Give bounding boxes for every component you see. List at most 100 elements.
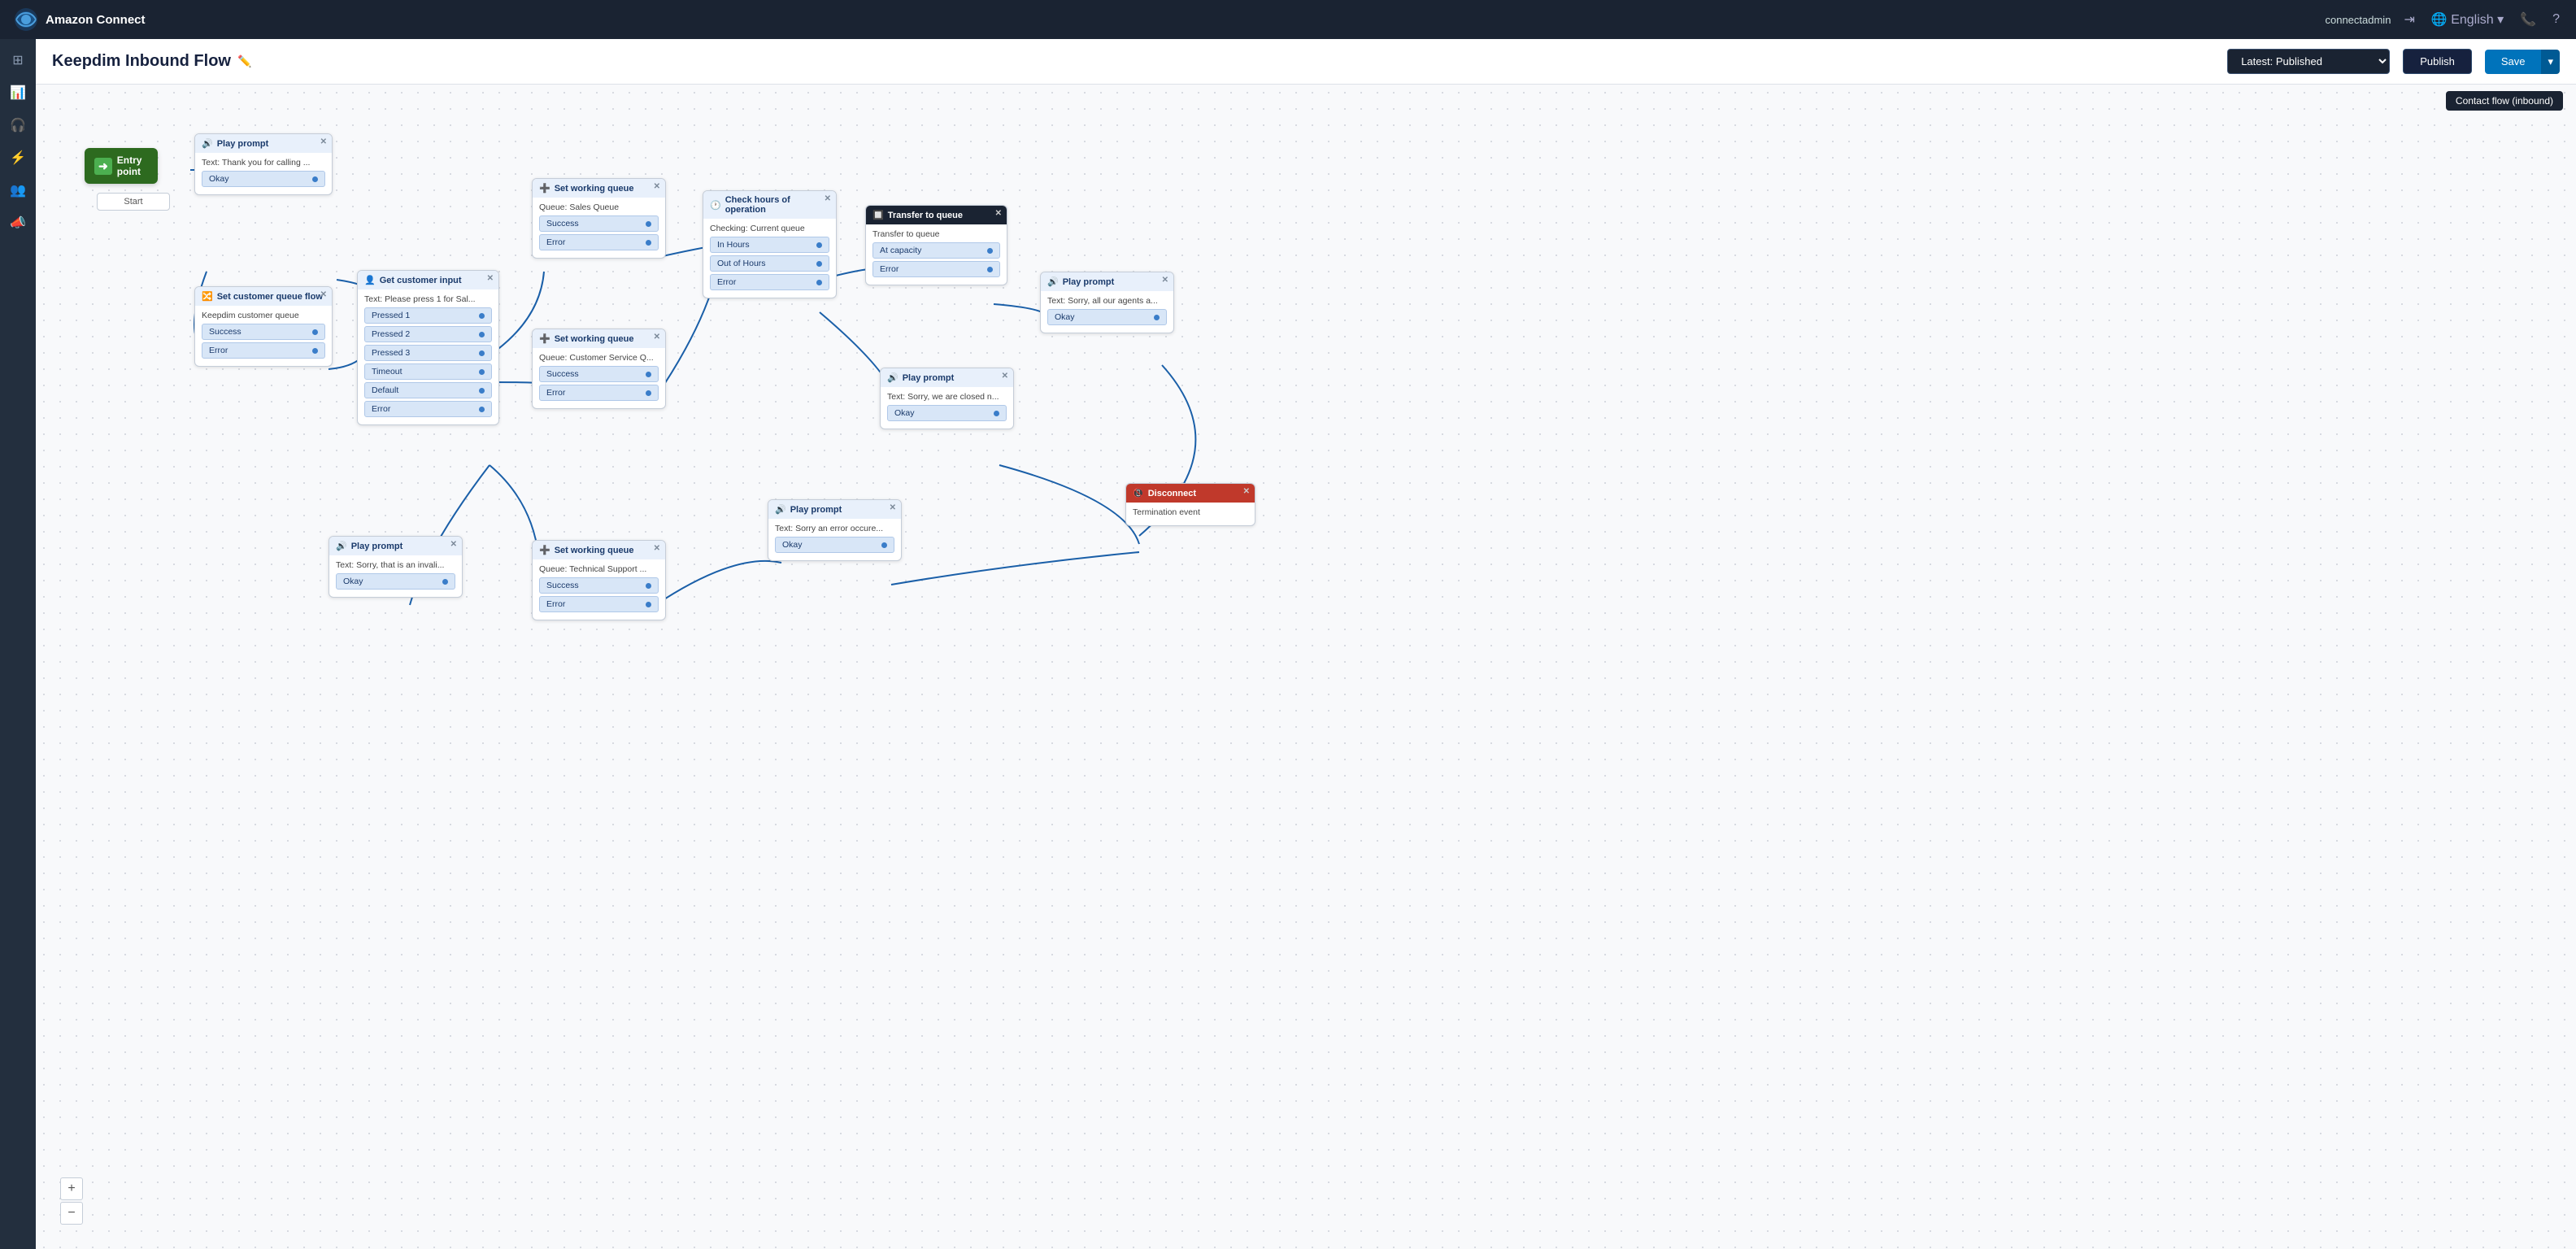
disconnect-header: 📵 Disconnect ✕ bbox=[1126, 484, 1255, 503]
set-working-queue-2-close[interactable]: ✕ bbox=[654, 333, 660, 342]
set-working-queue-1-body: Queue: Sales Queue Success Error bbox=[533, 198, 665, 258]
port-dot bbox=[1154, 315, 1160, 320]
play-prompt-4-body: Text: Sorry, that is an invali... Okay bbox=[329, 555, 462, 597]
port-dot bbox=[442, 579, 448, 585]
transfer-to-queue-header: 🔲 Transfer to queue ✕ bbox=[866, 206, 1007, 224]
help-icon[interactable]: ? bbox=[2549, 9, 2563, 30]
play-prompt-1-text: Text: Thank you for calling ... bbox=[202, 158, 325, 168]
port-dot bbox=[987, 267, 993, 272]
set-working-queue-3-node[interactable]: ➕ Set working queue ✕ Queue: Technical S… bbox=[532, 540, 666, 620]
get-customer-input-title: Get customer input bbox=[380, 276, 462, 285]
swq1-success: Success bbox=[539, 215, 659, 232]
play-prompt-5-close[interactable]: ✕ bbox=[890, 503, 896, 512]
play-prompt-1-node[interactable]: 🔊 Play prompt ✕ Text: Thank you for call… bbox=[194, 133, 333, 195]
set-customer-queue-success: Success bbox=[202, 324, 325, 340]
port-dot bbox=[479, 313, 485, 319]
sidebar-item-grid[interactable]: ⊞ bbox=[3, 46, 33, 75]
set-customer-queue-node[interactable]: 🔀 Set customer queue flow ✕ Keepdim cust… bbox=[194, 286, 333, 367]
out-of-hours-port: Out of Hours bbox=[710, 255, 829, 272]
logout-icon[interactable]: ⇥ bbox=[2400, 8, 2417, 31]
play-prompt-2-close[interactable]: ✕ bbox=[1162, 276, 1168, 285]
play-prompt-1-body: Text: Thank you for calling ... Okay bbox=[195, 153, 332, 194]
play-prompt-1-title: Play prompt bbox=[217, 139, 269, 149]
set-working-queue-1-text: Queue: Sales Queue bbox=[539, 202, 659, 212]
speaker-icon-3: 🔊 bbox=[887, 372, 899, 383]
port-dot bbox=[881, 542, 887, 548]
set-working-queue-2-body: Queue: Customer Service Q... Success Err… bbox=[533, 348, 665, 408]
save-button[interactable]: Save bbox=[2485, 50, 2542, 74]
user-name: connectadmin bbox=[2325, 14, 2391, 26]
play-prompt-1-close[interactable]: ✕ bbox=[320, 137, 327, 146]
sidebar-item-chart[interactable]: 📊 bbox=[3, 78, 33, 107]
zoom-in-button[interactable]: + bbox=[60, 1177, 83, 1200]
port-dot bbox=[312, 329, 318, 335]
pp5-okay: Okay bbox=[775, 537, 894, 553]
top-navigation: Amazon Connect connectadmin ⇥ 🌐 English … bbox=[0, 0, 2576, 39]
flow-container: Contact flow (inbound) bbox=[36, 85, 2576, 1249]
disconnect-close[interactable]: ✕ bbox=[1243, 487, 1250, 496]
sidebar-item-headset[interactable]: 🎧 bbox=[3, 111, 33, 140]
swq3-error: Error bbox=[539, 596, 659, 612]
set-customer-queue-close[interactable]: ✕ bbox=[320, 290, 327, 299]
phone-icon[interactable]: 📞 bbox=[2517, 8, 2539, 31]
port-dot bbox=[479, 388, 485, 394]
sidebar-item-lightning[interactable]: ⚡ bbox=[3, 143, 33, 172]
set-working-queue-1-close[interactable]: ✕ bbox=[654, 182, 660, 191]
set-working-queue-3-close[interactable]: ✕ bbox=[654, 544, 660, 553]
play-prompt-4-close[interactable]: ✕ bbox=[450, 540, 457, 549]
play-prompt-3-node[interactable]: 🔊 Play prompt ✕ Text: Sorry, we are clos… bbox=[880, 368, 1014, 429]
version-selector[interactable]: Latest: Published bbox=[2227, 49, 2390, 74]
save-button-group: Save ▾ bbox=[2485, 50, 2560, 74]
queue-icon-1: ➕ bbox=[539, 183, 550, 194]
entry-point-node: ➜ Entry point Start bbox=[85, 148, 158, 166]
set-working-queue-1-node[interactable]: ➕ Set working queue ✕ Queue: Sales Queue… bbox=[532, 178, 666, 259]
play-prompt-4-node[interactable]: 🔊 Play prompt ✕ Text: Sorry, that is an … bbox=[329, 536, 463, 598]
speaker-icon: 🔊 bbox=[202, 138, 213, 149]
queue-icon-3: ➕ bbox=[539, 545, 550, 555]
disconnect-node[interactable]: 📵 Disconnect ✕ Termination event bbox=[1125, 483, 1255, 526]
get-customer-input-close[interactable]: ✕ bbox=[487, 274, 494, 283]
transfer-to-queue-close[interactable]: ✕ bbox=[995, 209, 1002, 218]
check-hours-node[interactable]: 🕐 Check hours of operation ✕ Checking: C… bbox=[703, 190, 837, 298]
sidebar-item-people[interactable]: 👥 bbox=[3, 176, 33, 205]
play-prompt-1-port-okay: Okay bbox=[202, 171, 325, 187]
play-prompt-4-header: 🔊 Play prompt ✕ bbox=[329, 537, 462, 555]
pp4-okay: Okay bbox=[336, 573, 455, 590]
edit-title-icon[interactable]: ✏️ bbox=[237, 54, 251, 68]
play-prompt-2-node[interactable]: 🔊 Play prompt ✕ Text: Sorry, all our age… bbox=[1040, 272, 1174, 333]
language-icon[interactable]: 🌐 English ▾ bbox=[2428, 8, 2507, 31]
speaker-icon-2: 🔊 bbox=[1047, 276, 1059, 287]
swq1-error: Error bbox=[539, 234, 659, 250]
disconnect-title: Disconnect bbox=[1148, 489, 1196, 498]
pressed-3-port: Pressed 3 bbox=[364, 345, 492, 361]
sidebar-item-megaphone[interactable]: 📣 bbox=[3, 208, 33, 237]
pp3-okay: Okay bbox=[887, 405, 1007, 421]
set-working-queue-3-title: Set working queue bbox=[555, 546, 634, 555]
transfer-to-queue-node[interactable]: 🔲 Transfer to queue ✕ Transfer to queue … bbox=[865, 205, 1007, 285]
disconnect-body: Termination event bbox=[1126, 503, 1255, 525]
port-dot bbox=[479, 369, 485, 375]
zoom-out-button[interactable]: − bbox=[60, 1202, 83, 1225]
clock-icon: 🕐 bbox=[710, 200, 721, 211]
flow-type-badge: Contact flow (inbound) bbox=[2446, 91, 2563, 111]
play-prompt-3-close[interactable]: ✕ bbox=[1002, 372, 1008, 381]
save-dropdown-button[interactable]: ▾ bbox=[2541, 50, 2560, 74]
transfer-to-queue-text: Transfer to queue bbox=[872, 229, 1000, 239]
get-customer-input-node[interactable]: 👤 Get customer input ✕ Text: Please pres… bbox=[357, 270, 499, 425]
transfer-error-port: Error bbox=[872, 261, 1000, 277]
check-hours-close[interactable]: ✕ bbox=[825, 194, 831, 203]
publish-button[interactable]: Publish bbox=[2403, 49, 2472, 74]
entry-point-label: ➜ Entry point bbox=[85, 148, 158, 184]
play-prompt-5-text: Text: Sorry an error occure... bbox=[775, 524, 894, 533]
set-customer-queue-body: Keepdim customer queue Success Error bbox=[195, 306, 332, 366]
app-name: Amazon Connect bbox=[46, 13, 146, 27]
flow-canvas[interactable]: Contact flow (inbound) bbox=[36, 85, 2576, 1249]
play-prompt-4-title: Play prompt bbox=[351, 542, 403, 551]
play-prompt-5-node[interactable]: 🔊 Play prompt ✕ Text: Sorry an error occ… bbox=[768, 499, 902, 561]
port-dot bbox=[646, 372, 651, 377]
set-working-queue-2-node[interactable]: ➕ Set working queue ✕ Queue: Customer Se… bbox=[532, 329, 666, 409]
queue-icon: 🔀 bbox=[202, 291, 213, 302]
port-dot bbox=[479, 407, 485, 412]
port-dot bbox=[816, 261, 822, 267]
port-dot bbox=[816, 280, 822, 285]
